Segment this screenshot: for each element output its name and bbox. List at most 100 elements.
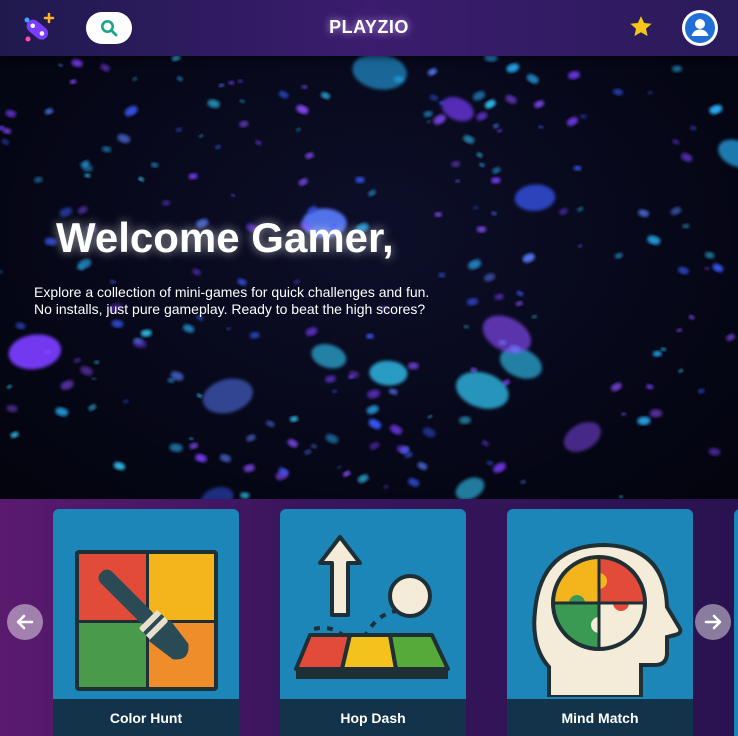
particle [483,273,496,282]
particle [496,128,503,133]
particle [455,477,485,499]
profile-avatar-button[interactable] [682,10,718,46]
particle [101,146,112,153]
particle [484,99,496,109]
games-carousel: Color Hunt Hop Dash Mind Match [0,499,738,736]
particle [388,388,398,395]
particle [649,409,663,418]
particle [100,63,110,72]
particle [479,162,485,167]
particle [305,152,314,159]
particle [182,324,195,333]
particle [113,462,126,470]
particle [138,177,144,182]
particle [239,120,249,128]
particle [390,424,403,435]
particle [647,235,661,245]
particle [610,382,622,392]
particle [506,63,520,73]
particle [619,495,624,499]
particle [237,79,243,83]
particle [71,59,83,67]
particle [438,272,446,278]
particle [189,437,194,441]
particle [84,173,91,178]
hero-title: Welcome Gamer, [56,214,394,261]
particle [169,443,183,453]
particle [246,434,256,442]
particle [240,492,250,499]
particle [265,420,275,428]
particle [15,322,26,330]
particle [522,253,535,263]
particle [428,415,432,419]
particle [310,444,318,449]
particle [162,200,171,206]
particle [647,91,653,95]
particle [1,138,9,145]
logo-gamepad-plus-icon[interactable] [22,12,56,44]
game-card-hop-dash[interactable]: Hop Dash [280,509,466,736]
particle [463,324,469,329]
particle [676,328,682,333]
particle [369,360,408,386]
particle [426,120,431,123]
particle [473,205,479,210]
particle [8,334,62,370]
particle [219,454,231,463]
particle [621,412,627,416]
particle [672,139,680,145]
particle [201,486,234,499]
paint-brush-grid-icon [53,509,239,697]
particle [638,209,650,217]
particle [368,189,376,197]
top-bar: PLAYZIO [0,0,738,56]
carousel-prev-button[interactable] [7,604,43,640]
particle [123,399,129,404]
hero-banner: Welcome Gamer, Explore a collection of m… [0,56,738,499]
particle [342,470,351,477]
particle [239,99,245,104]
particle [567,71,581,80]
particle [295,127,301,132]
favorites-button[interactable] [628,14,654,40]
particle [434,212,442,217]
particle [491,211,497,216]
particle [492,123,499,129]
particle [515,301,523,307]
particle [559,208,568,215]
particle [289,416,299,422]
particle [492,167,501,174]
particle [476,112,488,121]
search-button[interactable] [86,12,132,44]
particle [531,314,537,319]
particle [33,176,43,183]
next-game-card-peek[interactable] [734,509,738,736]
game-card-mind-match[interactable]: Mind Match [507,509,693,736]
particle [368,418,382,430]
particle [718,139,738,168]
particle [612,88,624,96]
particle [298,178,308,186]
game-card-color-hunt[interactable]: Color Hunt [53,509,239,736]
particle [305,327,318,336]
particle [357,474,369,483]
particle [538,125,544,129]
particle [407,362,419,370]
carousel-next-button[interactable] [695,604,731,640]
particle [670,206,682,216]
particle [422,427,436,438]
particle [226,327,231,331]
particle [304,449,312,455]
particle [491,177,501,184]
particle [55,407,69,417]
particle [73,357,81,364]
particle [417,462,428,470]
particle [196,393,203,398]
particle [176,76,183,81]
particle [367,389,381,399]
particle [526,74,539,84]
particle [311,344,347,369]
particle [516,291,524,296]
particle [296,105,309,114]
